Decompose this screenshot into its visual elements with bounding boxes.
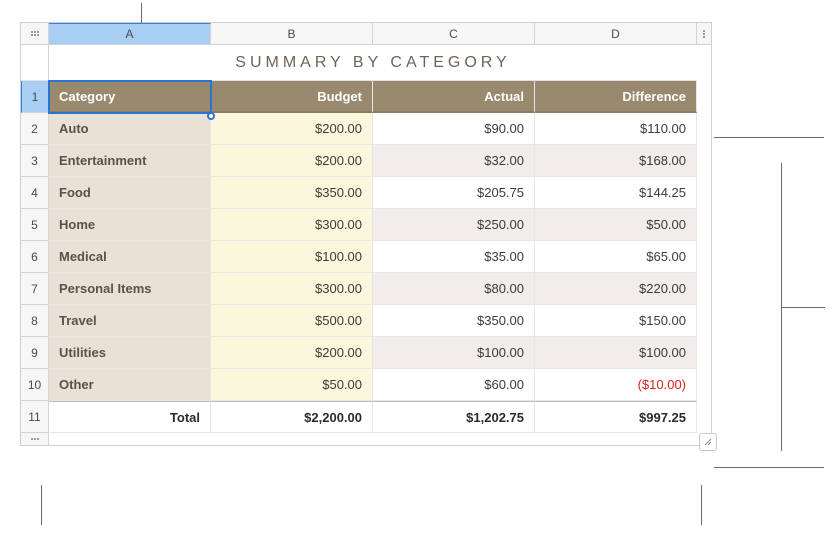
cell-d2[interactable]: $110.00 [535,113,697,145]
row-header-6[interactable]: 6 [21,241,49,273]
callout-line [714,467,824,468]
cell-b2[interactable]: $200.00 [211,113,373,145]
cell-a6[interactable]: Medical [49,241,211,273]
row-header-5[interactable]: 5 [21,209,49,241]
cell-b11[interactable]: $2,200.00 [211,401,373,433]
cell-d5[interactable]: $50.00 [535,209,697,241]
selection-handle[interactable] [207,112,215,120]
cell-b10[interactable]: $50.00 [211,369,373,401]
column-header-d[interactable]: D [535,23,697,45]
cell-c4[interactable]: $205.75 [373,177,535,209]
table-resize-handle[interactable] [699,433,717,451]
cell-c6[interactable]: $35.00 [373,241,535,273]
cell-a3[interactable]: Entertainment [49,145,211,177]
cell-b3[interactable]: $200.00 [211,145,373,177]
cell-c8[interactable]: $350.00 [373,305,535,337]
callout-line [141,3,142,23]
column-header-c[interactable]: C [373,23,535,45]
table-title[interactable]: SUMMARY BY CATEGORY [49,45,697,81]
cell-d10[interactable]: ($10.00) [535,369,697,401]
callout-line [714,137,824,138]
cell-d8[interactable]: $150.00 [535,305,697,337]
cell-d7[interactable]: $220.00 [535,273,697,305]
resize-icon [703,437,713,447]
cell-c11[interactable]: $1,202.75 [373,401,535,433]
select-all-handle[interactable] [21,23,49,45]
cell-b7[interactable]: $300.00 [211,273,373,305]
row-header-8[interactable]: 8 [21,305,49,337]
cell-d6[interactable]: $65.00 [535,241,697,273]
cell-a7[interactable]: Personal Items [49,273,211,305]
cell-d1[interactable]: Difference [535,81,697,113]
cell-b4[interactable]: $350.00 [211,177,373,209]
cell-c2[interactable]: $90.00 [373,113,535,145]
cell-a5[interactable]: Home [49,209,211,241]
cell-c3[interactable]: $32.00 [373,145,535,177]
row-header-3[interactable]: 3 [21,145,49,177]
row-header-7[interactable]: 7 [21,273,49,305]
callout-line [701,485,702,525]
row-header-10[interactable]: 10 [21,369,49,401]
cell-c5[interactable]: $250.00 [373,209,535,241]
column-header-a[interactable]: A [49,23,211,45]
spreadsheet-table: A B C D SUMMARY BY CATEGORY 1 Category B… [20,22,712,446]
cell-d3[interactable]: $168.00 [535,145,697,177]
cell-d9[interactable]: $100.00 [535,337,697,369]
cell-a2[interactable]: Auto [49,113,211,145]
cell-a1[interactable]: Category [49,81,211,113]
cell-b9[interactable]: $200.00 [211,337,373,369]
cell-a4[interactable]: Food [49,177,211,209]
cell-c7[interactable]: $80.00 [373,273,535,305]
cell-b5[interactable]: $300.00 [211,209,373,241]
cell-b1[interactable]: Budget [211,81,373,113]
cell-c9[interactable]: $100.00 [373,337,535,369]
column-header-b[interactable]: B [211,23,373,45]
cell-a8[interactable]: Travel [49,305,211,337]
row-header-4[interactable]: 4 [21,177,49,209]
row-header-11[interactable]: 11 [21,401,49,433]
row-header-9[interactable]: 9 [21,337,49,369]
add-column-handle[interactable] [697,23,711,45]
cell-a11[interactable]: Total [49,401,211,433]
cell-c10[interactable]: $60.00 [373,369,535,401]
cell-a9[interactable]: Utilities [49,337,211,369]
callout-line [781,307,825,308]
row-header-1[interactable]: 1 [21,81,49,113]
cell-d11[interactable]: $997.25 [535,401,697,433]
cell-c1[interactable]: Actual [373,81,535,113]
row-header-2[interactable]: 2 [21,113,49,145]
cell-a10[interactable]: Other [49,369,211,401]
cell-b8[interactable]: $500.00 [211,305,373,337]
cell-b6[interactable]: $100.00 [211,241,373,273]
callout-line [41,485,42,525]
add-row-handle[interactable] [21,433,49,445]
cell-d4[interactable]: $144.25 [535,177,697,209]
